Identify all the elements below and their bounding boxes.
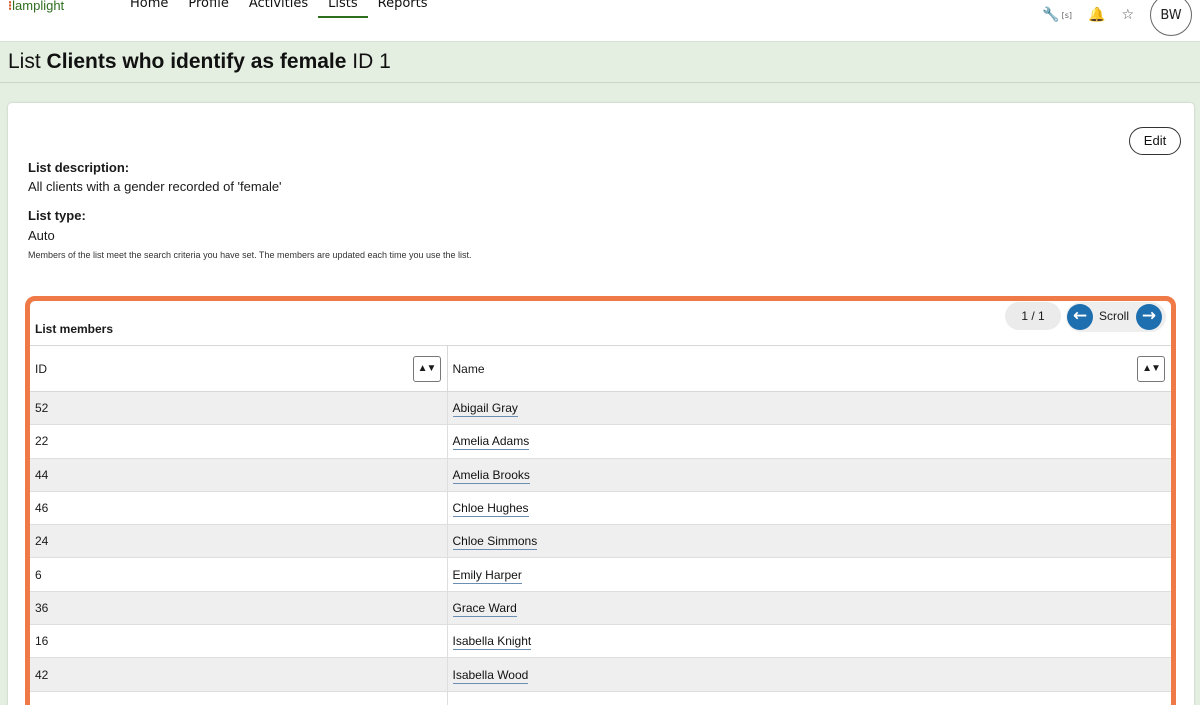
nav-item-reports[interactable]: Reports (368, 0, 438, 18)
wrench-icon[interactable]: 🔧 [s] (1042, 7, 1072, 23)
column-header-name-label: Name (452, 361, 485, 376)
member-name-link[interactable]: Isabella Knight (452, 634, 532, 651)
member-name-link[interactable]: Isabella Wood (452, 667, 529, 684)
row-id: 52 (30, 391, 448, 426)
type-hint: Members of the list meet the search crit… (28, 250, 472, 260)
bell-icon[interactable]: 🔔 (1088, 7, 1105, 23)
main-nav: Home Profile Activities Lists Reports (120, 0, 438, 18)
row-id: 42 (30, 657, 448, 692)
row-name-cell: Amelia Brooks (447, 458, 1171, 492)
table-row: 22 Amelia Adams (30, 424, 1171, 459)
table-header-row: ID ▲▼ Name ▲▼ (30, 345, 1171, 392)
member-name-link[interactable]: Amelia Brooks (452, 467, 530, 484)
row-id: 46 (30, 491, 448, 526)
logo-text: lamplight (12, 0, 65, 13)
row-name-cell: Grace Ward (447, 591, 1171, 626)
member-name-link[interactable]: Chloe Hughes (452, 501, 529, 518)
row-name-cell: Isabella Wood (447, 657, 1171, 692)
user-avatar[interactable]: BW (1150, 0, 1192, 36)
star-icon[interactable]: ☆ (1121, 7, 1134, 23)
description-value: All clients with a gender recorded of 'f… (28, 179, 282, 194)
top-navigation-bar: ⁝lamplight Home Profile Activities Lists… (0, 0, 1200, 42)
page-title: List Clients who identify as female ID 1 (8, 50, 391, 74)
member-name-link[interactable]: Abigail Gray (452, 401, 518, 418)
top-icon-group: 🔧 [s] 🔔 ☆ BW (1042, 0, 1192, 36)
table-row: 16 Isabella Knight (30, 624, 1171, 659)
table-row: 52 Abigail Gray (30, 391, 1171, 426)
shortcut-badge: [s] (1061, 10, 1072, 20)
table-row: 44 Amelia Brooks (30, 458, 1171, 492)
table-row: 6 Emily Harper (30, 557, 1171, 592)
row-name-cell: Chloe Hughes (447, 491, 1171, 526)
row-id: 22 (30, 424, 448, 459)
row-name-cell: Emily Harper (447, 557, 1171, 592)
table-row: 36 Grace Ward (30, 591, 1171, 626)
title-divider (0, 82, 1200, 83)
nav-item-profile[interactable]: Profile (178, 0, 238, 18)
type-label: List type: (28, 208, 86, 223)
row-name-cell (447, 691, 1171, 705)
list-name: Clients who identify as female (46, 50, 347, 73)
table-row: 42 Isabella Wood (30, 657, 1171, 692)
members-table: ID ▲▼ Name ▲▼ 52 Abigail Gray 22 Amelia … (30, 345, 1171, 705)
row-id: 24 (30, 524, 448, 559)
row-name-cell: Isabella Knight (447, 624, 1171, 659)
scroll-control: ← Scroll → (1066, 302, 1166, 332)
list-details-card: Edit List description: All clients with … (8, 103, 1194, 705)
column-header-name: Name ▲▼ (447, 345, 1171, 392)
nav-item-home[interactable]: Home (120, 0, 178, 18)
members-title: List members (35, 322, 114, 336)
description-label: List description: (28, 160, 130, 175)
scroll-label: Scroll (1099, 309, 1130, 323)
sort-id-button[interactable]: ▲▼ (412, 356, 441, 382)
lamplight-logo[interactable]: ⁝lamplight (8, 0, 64, 14)
nav-item-lists[interactable]: Lists (318, 0, 368, 18)
table-row: 24 Chloe Simmons (30, 524, 1171, 559)
table-row: 46 Chloe Hughes (30, 491, 1171, 526)
page-title-prefix: List (8, 50, 41, 73)
member-name-link[interactable]: Chloe Simmons (452, 534, 538, 551)
sort-name-button[interactable]: ▲▼ (1137, 356, 1165, 382)
scroll-left-arrow-icon[interactable]: ← (1067, 304, 1093, 330)
scroll-right-arrow-icon[interactable]: → (1136, 304, 1162, 330)
row-id: 36 (30, 591, 448, 626)
member-name-link[interactable]: Emily Harper (452, 567, 522, 584)
column-header-id: ID ▲▼ (30, 345, 448, 392)
row-name-cell: Abigail Gray (447, 391, 1171, 426)
row-id: 6 (30, 557, 448, 592)
column-header-id-label: ID (35, 361, 47, 376)
row-id: 16 (30, 624, 448, 659)
row-name-cell: Amelia Adams (447, 424, 1171, 459)
table-row (30, 691, 1171, 705)
list-members-panel: List members 1 / 1 ← Scroll → ID ▲▼ Name… (25, 296, 1176, 705)
row-id (30, 691, 448, 705)
member-name-link[interactable]: Grace Ward (452, 600, 517, 617)
edit-button[interactable]: Edit (1129, 127, 1181, 155)
page-indicator: 1 / 1 (1005, 302, 1061, 330)
nav-item-activities[interactable]: Activities (239, 0, 318, 18)
list-id: ID 1 (352, 50, 391, 73)
row-name-cell: Chloe Simmons (447, 524, 1171, 559)
type-value: Auto (28, 228, 55, 243)
member-name-link[interactable]: Amelia Adams (452, 434, 530, 451)
row-id: 44 (30, 458, 448, 492)
